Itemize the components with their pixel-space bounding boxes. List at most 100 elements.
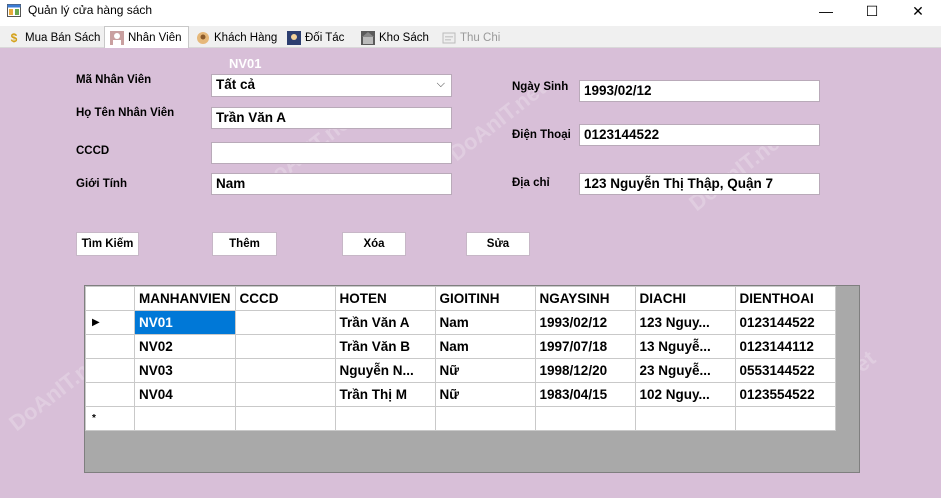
table-row[interactable]: NV04 Trần Thị M Nữ 1983/04/15 102 Nguy..…	[85, 382, 836, 407]
search-button[interactable]: Tìm Kiếm	[76, 232, 139, 256]
row-header-corner	[85, 286, 135, 311]
table-cell[interactable]	[534, 406, 636, 431]
table-cell[interactable]: Nam	[434, 334, 536, 359]
dien-thoai-label: Điện Thoại	[512, 129, 571, 141]
table-cell[interactable]: 13 Nguyễ...	[634, 334, 736, 359]
column-header[interactable]: CCCD	[234, 286, 336, 311]
table-cell[interactable]: 102 Nguy...	[634, 382, 736, 407]
ho-ten-label: Họ Tên Nhân Viên	[76, 107, 175, 119]
add-button[interactable]: Thêm	[212, 232, 277, 256]
new-row-asterisk-icon[interactable]: *	[85, 406, 135, 431]
table-cell[interactable]: Nam	[434, 310, 536, 335]
ngay-sinh-label: Ngày Sinh	[512, 81, 569, 93]
table-cell[interactable]: 1993/02/12	[534, 310, 636, 335]
table-cell[interactable]	[234, 358, 336, 383]
table-cell[interactable]: 0553144522	[734, 358, 836, 383]
selected-employee-code: NV01	[229, 56, 262, 71]
delete-button[interactable]: Xóa	[342, 232, 406, 256]
tab-strip: $ Mua Bán Sách Nhân Viên Khách Hàng Đối …	[0, 26, 941, 48]
gioi-tinh-input[interactable]: Nam	[211, 173, 452, 195]
dia-chi-input[interactable]: 123 Nguyễn Thị Thập, Quận 7	[579, 173, 820, 195]
column-header[interactable]: HOTEN	[334, 286, 436, 311]
table-cell[interactable]: 1997/07/18	[534, 334, 636, 359]
dollar-icon: $	[10, 30, 18, 45]
row-header[interactable]	[85, 358, 135, 383]
table-cell[interactable]	[234, 310, 336, 335]
maximize-icon: ☐	[865, 2, 879, 19]
minimize-button[interactable]: —	[803, 0, 849, 22]
ho-ten-input[interactable]: Trần Văn A	[211, 107, 452, 129]
table-cell[interactable]: Nữ	[434, 358, 536, 383]
table-cell[interactable]	[234, 406, 336, 431]
minimize-icon: —	[819, 3, 833, 19]
table-cell[interactable]: 0123144522	[734, 310, 836, 335]
table-cell[interactable]	[234, 334, 336, 359]
table-cell[interactable]	[734, 406, 836, 431]
table-cell[interactable]	[334, 406, 436, 431]
employee-grid[interactable]: MANHANVIEN CCCD HOTEN GIOITINH NGAYSINH …	[84, 285, 860, 473]
cccd-input[interactable]	[211, 142, 452, 164]
app-window-icon	[7, 4, 21, 17]
ma-nhan-vien-combobox[interactable]: Tất cả ⌵	[211, 74, 452, 97]
grid-header-row: MANHANVIEN CCCD HOTEN GIOITINH NGAYSINH …	[85, 286, 836, 311]
table-cell[interactable]: Nguyễn N...	[334, 358, 436, 383]
maximize-button[interactable]: ☐	[849, 0, 895, 22]
column-header[interactable]: GIOITINH	[434, 286, 536, 311]
tab-label: Kho Sách	[379, 31, 429, 44]
current-row-arrow-icon[interactable]: ▶	[85, 310, 135, 335]
table-cell[interactable]: 23 Nguyễ...	[634, 358, 736, 383]
table-cell[interactable]: NV03	[134, 358, 236, 383]
warehouse-icon	[360, 30, 376, 46]
table-cell[interactable]: 0123554522	[734, 382, 836, 407]
table-cell[interactable]: Trần Văn B	[334, 334, 436, 359]
tab-label: Thu Chi	[460, 31, 501, 44]
column-header[interactable]: NGAYSINH	[534, 286, 636, 311]
column-header[interactable]: DIENTHOAI	[734, 286, 836, 311]
edit-button[interactable]: Sửa	[466, 232, 530, 256]
cccd-label: CCCD	[76, 145, 110, 157]
table-cell[interactable]: Trần Văn A	[334, 310, 436, 335]
customer-icon	[195, 30, 211, 46]
table-cell[interactable]: NV04	[134, 382, 236, 407]
tab-label: Khách Hàng	[214, 31, 278, 44]
row-header[interactable]	[85, 382, 135, 407]
tab-kho-sach[interactable]: Kho Sách	[356, 27, 434, 48]
table-cell[interactable]: NV02	[134, 334, 236, 359]
table-cell[interactable]: Trần Thị M	[334, 382, 436, 407]
table-cell[interactable]	[234, 382, 336, 407]
table-cell[interactable]	[434, 406, 536, 431]
employee-table: MANHANVIEN CCCD HOTEN GIOITINH NGAYSINH …	[85, 286, 836, 431]
tab-mua-ban-sach[interactable]: $ Mua Bán Sách	[2, 27, 102, 48]
ma-nhan-vien-value: Tất cả	[216, 77, 256, 92]
row-header[interactable]	[85, 334, 135, 359]
tab-nhan-vien[interactable]: Nhân Viên	[104, 26, 189, 48]
column-header[interactable]: MANHANVIEN	[134, 286, 236, 311]
table-cell[interactable]: 0123144112	[734, 334, 836, 359]
table-cell[interactable]: 123 Nguy...	[634, 310, 736, 335]
gioi-tinh-label: Giới Tính	[76, 178, 127, 190]
ngay-sinh-input[interactable]: 1993/02/12	[579, 80, 820, 102]
finance-icon	[441, 30, 457, 46]
new-row[interactable]: *	[85, 406, 836, 431]
dien-thoai-input[interactable]: 0123144522	[579, 124, 820, 146]
table-row[interactable]: NV03 Nguyễn N... Nữ 1998/12/20 23 Nguyễ.…	[85, 358, 836, 383]
tab-khach-hang[interactable]: Khách Hàng	[191, 27, 280, 48]
table-cell[interactable]	[134, 406, 236, 431]
tab-thu-chi[interactable]: Thu Chi	[437, 27, 505, 48]
dia-chi-label: Địa chỉ	[512, 177, 550, 189]
table-cell[interactable]: 1998/12/20	[534, 358, 636, 383]
window-title: Quản lý cửa hàng sách	[28, 3, 153, 17]
ma-nhan-vien-label: Mã Nhân Viên	[76, 74, 152, 86]
employee-panel: DoAnIT.net DoAnIT.net DoAnIT.net DoAnIT.…	[0, 48, 941, 498]
title-bar: Quản lý cửa hàng sách — ☐ ✕	[0, 0, 941, 22]
table-cell[interactable]: Nữ	[434, 382, 536, 407]
table-cell[interactable]: NV01	[134, 310, 236, 335]
column-header[interactable]: DIACHI	[634, 286, 736, 311]
partner-icon	[286, 30, 302, 46]
table-row[interactable]: NV02 Trần Văn B Nam 1997/07/18 13 Nguyễ.…	[85, 334, 836, 359]
tab-doi-tac[interactable]: Đối Tác	[282, 27, 352, 48]
table-cell[interactable]: 1983/04/15	[534, 382, 636, 407]
table-cell[interactable]	[634, 406, 736, 431]
table-row[interactable]: ▶ NV01 Trần Văn A Nam 1993/02/12 123 Ngu…	[85, 310, 836, 335]
close-button[interactable]: ✕	[895, 0, 941, 22]
